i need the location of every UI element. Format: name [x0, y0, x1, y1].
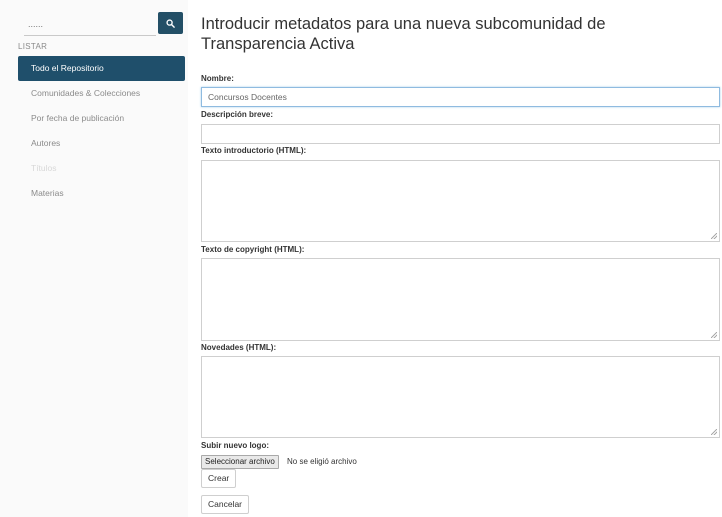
intro-text-textarea[interactable]	[201, 160, 720, 242]
copyright-text-label: Texto de copyright (HTML):	[201, 245, 305, 254]
search-input[interactable]	[24, 12, 156, 36]
cancel-button[interactable]: Cancelar	[201, 495, 250, 514]
search-button[interactable]	[158, 12, 183, 34]
intro-text-label: Texto introductorio (HTML):	[201, 146, 307, 155]
short-description-label: Descripción breve:	[201, 110, 274, 119]
nav-item-all-repository[interactable]: Todo el Repositorio	[18, 56, 185, 81]
copyright-text-textarea[interactable]	[201, 258, 720, 341]
upload-logo-label: Subir nuevo logo:	[201, 441, 269, 450]
browse-section-label: LISTAR	[18, 42, 48, 51]
nav-item-subjects[interactable]: Materias	[18, 181, 185, 206]
nav-item-authors[interactable]: Autores	[18, 131, 185, 156]
page-title-line-2: Transparencia Activa	[201, 35, 355, 53]
nav-item-communities-collections[interactable]: Comunidades & Colecciones	[18, 81, 185, 106]
page-title: Introducir metadatos para una nueva subc…	[201, 14, 711, 54]
resize-handle-icon[interactable]	[711, 429, 717, 435]
short-description-input[interactable]	[201, 124, 720, 144]
news-textarea[interactable]	[201, 356, 720, 438]
sidebar: LISTAR Todo el Repositorio Comunidades &…	[0, 0, 188, 517]
name-label: Nombre:	[201, 74, 234, 83]
create-button[interactable]: Crear	[201, 469, 237, 488]
news-label: Novedades (HTML):	[201, 343, 277, 352]
search-icon	[166, 18, 175, 28]
nav-item-by-date[interactable]: Por fecha de publicación	[18, 106, 185, 131]
resize-handle-icon[interactable]	[711, 233, 717, 239]
resize-handle-icon[interactable]	[711, 332, 717, 338]
choose-file-button[interactable]: Seleccionar archivo	[201, 455, 279, 469]
file-status-text: No se eligió archivo	[287, 457, 357, 466]
browse-nav: Todo el Repositorio Comunidades & Colecc…	[18, 56, 185, 206]
name-input[interactable]	[201, 87, 720, 107]
page-title-line-1: Introducir metadatos para una nueva subc…	[201, 15, 606, 33]
nav-item-titles[interactable]: Títulos	[18, 156, 185, 181]
